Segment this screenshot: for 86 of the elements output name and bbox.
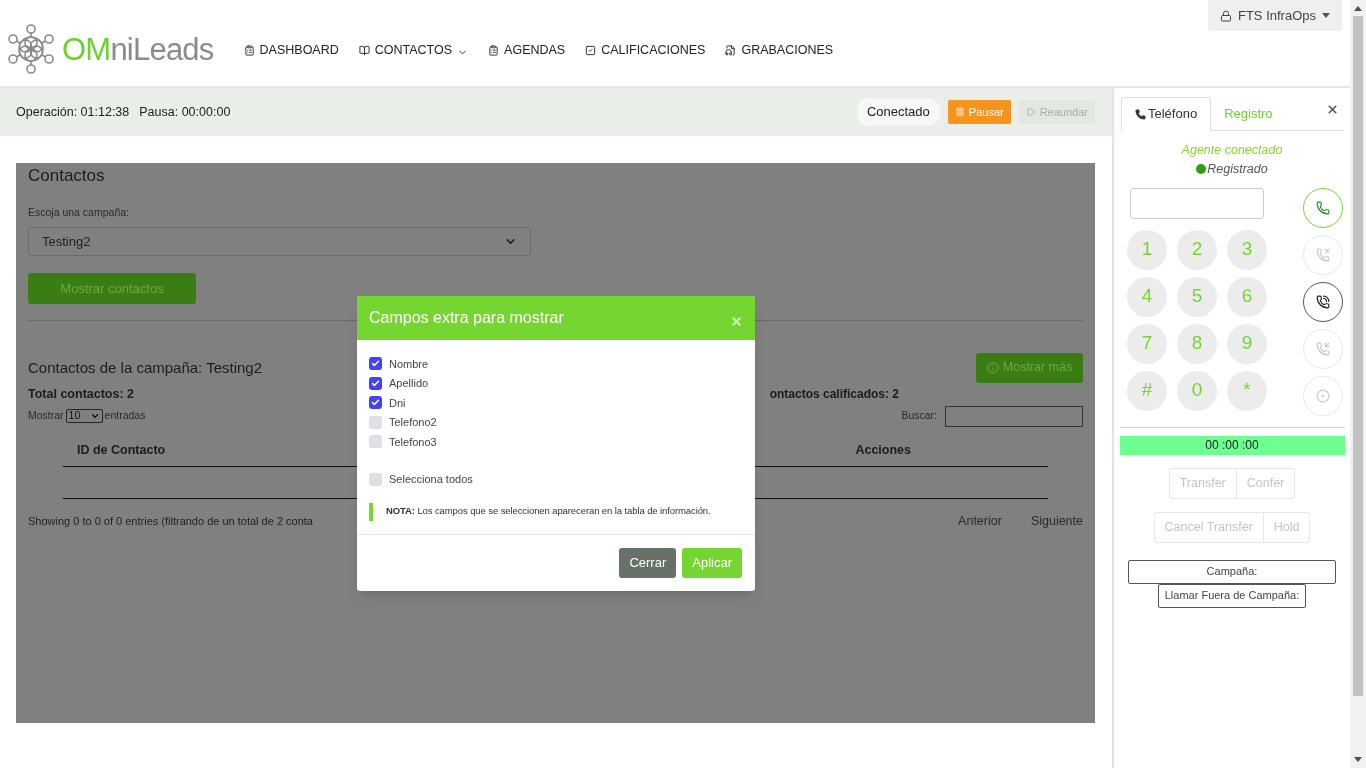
field-label: Apellido — [389, 376, 429, 391]
phone-icon — [1135, 108, 1146, 120]
nav-link[interactable]: CALIFICACIONES — [585, 41, 706, 60]
search-field[interactable] — [945, 405, 1083, 427]
modal-title: Campos extra para mostrar — [369, 308, 565, 328]
number-field[interactable] — [1130, 187, 1264, 219]
phone-missed-icon — [1316, 247, 1330, 262]
record-icon — [1316, 388, 1330, 403]
field-label: Dni — [389, 395, 406, 411]
scroll-up-icon[interactable] — [1354, 6, 1362, 11]
close-icon[interactable] — [1326, 103, 1339, 116]
keypad-key[interactable]: 5 — [1177, 276, 1217, 317]
campaign-select[interactable]: Testing2 — [28, 226, 531, 256]
pager-link[interactable]: Anterior — [958, 511, 1002, 531]
agent-status: Agente conectado — [1181, 142, 1283, 159]
phone-tab[interactable]: Registro — [1211, 97, 1286, 131]
nav-link[interactable]: AGENDAS — [488, 41, 566, 60]
checkbox[interactable] — [369, 435, 382, 449]
checkbox-icon — [585, 44, 597, 56]
registration-status: Registrado — [1207, 160, 1268, 178]
keypad-key[interactable]: 8 — [1177, 323, 1217, 364]
checkbox[interactable] — [369, 376, 382, 390]
page-size-suffix: entradas — [104, 408, 146, 424]
panel-title: Contactos — [28, 165, 106, 187]
field-label: Telefono2 — [389, 415, 437, 430]
phone-tab[interactable]: Teléfono — [1121, 97, 1212, 131]
apply-button[interactable]: Aplicar — [682, 547, 742, 578]
phone-icon — [1316, 200, 1330, 215]
pause-time: Pausa: 00:00:00 — [139, 103, 231, 121]
keypad-key[interactable]: 2 — [1177, 229, 1217, 270]
scrollbar[interactable] — [1350, 0, 1366, 768]
campaign-button[interactable]: Campaña: — [1128, 559, 1336, 584]
nav-link[interactable]: DASHBOARD — [243, 41, 339, 60]
keypad-key[interactable]: 9 — [1227, 323, 1267, 364]
clipboard-icon — [243, 44, 255, 56]
call-timer: 00 :00 :00 — [1119, 435, 1345, 455]
logo-icon — [8, 24, 54, 74]
audio-file-icon — [725, 44, 737, 56]
checkbox[interactable] — [369, 472, 382, 486]
keypad-key[interactable]: 6 — [1227, 276, 1267, 317]
checkbox[interactable] — [369, 357, 382, 371]
search-label: Buscar: — [901, 408, 937, 424]
connection-status: Conectado — [856, 98, 940, 126]
nav-link[interactable]: CONTACTOS — [358, 41, 469, 60]
scroll-down-icon[interactable] — [1354, 757, 1362, 762]
section-title: Contactos de la campaña: Testing2 — [28, 357, 263, 378]
keypad-key[interactable]: 3 — [1227, 229, 1267, 270]
checkbox[interactable] — [369, 396, 382, 410]
checkbox[interactable] — [369, 415, 382, 429]
field-label: Telefono3 — [389, 434, 437, 450]
book-icon — [358, 44, 370, 56]
qualified-contacts: ontactos calificados: 2 — [769, 386, 899, 404]
logo-text: OMniLeads — [62, 33, 214, 65]
keypad-key[interactable]: * — [1227, 370, 1267, 411]
column-header[interactable]: Acciones — [855, 440, 911, 466]
select-all-label: Selecciona todos — [389, 471, 473, 487]
page-size-label: Mostrar — [28, 408, 64, 424]
campaign-label: Escoja una campaña: — [28, 205, 130, 220]
clipboard-icon — [488, 44, 500, 56]
operation-time: Operación: 01:12:38 — [16, 103, 130, 121]
field-label: Nombre — [389, 356, 429, 372]
phone-incoming-icon — [1316, 341, 1330, 356]
pause-icon — [954, 107, 965, 117]
user-menu[interactable]: FTS InfraOps — [1207, 0, 1342, 31]
phone-call-icon — [1316, 294, 1330, 309]
caret-icon — [1322, 13, 1330, 18]
page-size-select[interactable]: 10 — [65, 409, 103, 423]
keypad-key[interactable]: 4 — [1127, 276, 1167, 317]
total-contacts: Total contactos: 2 — [28, 385, 135, 403]
logo[interactable]: OMniLeads — [8, 24, 214, 74]
table-info: Showing 0 to 0 of 0 entries (filtrando de un total de 2 conta — [28, 513, 313, 529]
keypad-key[interactable]: 7 — [1127, 323, 1167, 364]
lock-icon — [1219, 9, 1232, 22]
info-icon — [986, 361, 999, 374]
nav-link[interactable]: GRABACIONES — [725, 41, 834, 60]
pager-link[interactable]: Siguiente — [1030, 511, 1083, 531]
outside-call-button[interactable]: Llamar Fuera de Campaña: — [1158, 583, 1306, 608]
keypad-key[interactable]: 1 — [1127, 229, 1167, 270]
close-button[interactable]: Cerrar — [619, 547, 677, 578]
pause-button[interactable]: Pausar — [947, 100, 1011, 124]
chevron-down-icon — [89, 411, 100, 421]
column-header[interactable]: ID de Contacto — [77, 440, 166, 466]
note-text: NOTA: Los campos que se seleccionen apareceran en la tabla de información. — [386, 504, 711, 519]
keypad-key[interactable]: 0 — [1177, 370, 1217, 411]
keypad-key[interactable]: # — [1127, 370, 1167, 411]
play-icon — [1025, 107, 1036, 117]
